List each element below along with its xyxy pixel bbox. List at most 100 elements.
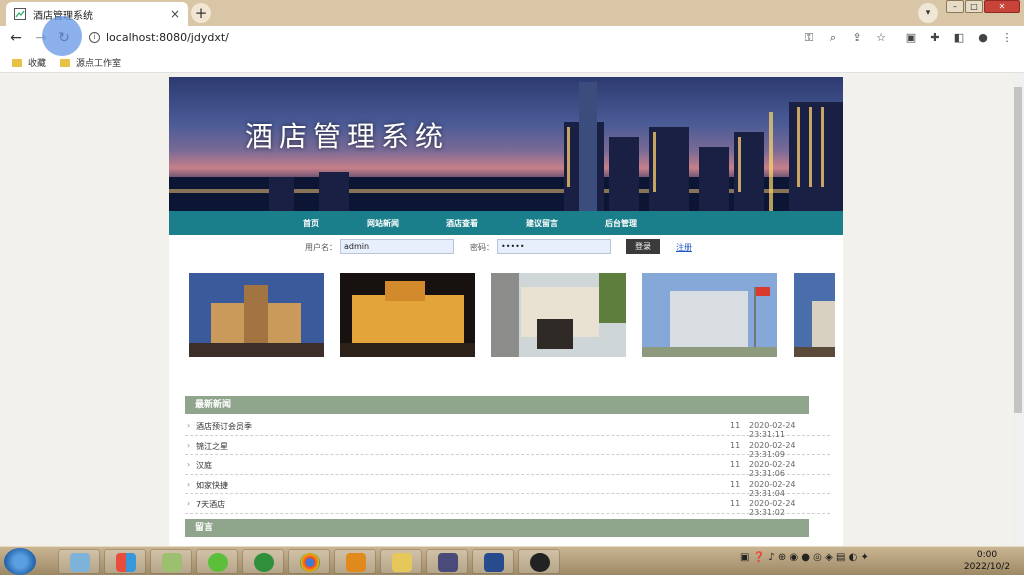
taskbar-app-office[interactable]	[104, 549, 146, 574]
list-item[interactable]: › 7天酒店 11 2020-02-24 23:31:02	[185, 494, 830, 517]
bullet-icon: ›	[187, 460, 191, 470]
hotel-photo[interactable]	[340, 273, 475, 357]
menu-icon[interactable]: ⋮	[1000, 31, 1014, 44]
scrollbar-thumb[interactable]	[1014, 87, 1022, 413]
window-maximize-button[interactable]: □	[965, 0, 983, 13]
eight-icon	[484, 553, 504, 572]
nav-news[interactable]: 网站新闻	[367, 218, 399, 229]
key-icon[interactable]: ⚿	[802, 31, 816, 45]
login-button[interactable]: 登录	[626, 239, 660, 254]
taskbar-app-wechat[interactable]	[242, 549, 284, 574]
page-viewport: 酒店管理系统 首页 网站新闻 酒店查看 建议留言 后台管理 用户名： admin…	[0, 73, 1012, 546]
back-icon[interactable]: ←	[7, 30, 25, 46]
nav-home[interactable]: 首页	[303, 218, 319, 229]
profile-icon[interactable]: ●	[976, 31, 990, 44]
username-input[interactable]: admin	[340, 239, 454, 254]
share-icon[interactable]: ⇪	[850, 31, 864, 44]
hotel-photo[interactable]	[642, 273, 777, 357]
tools-icon	[438, 553, 458, 572]
list-item[interactable]: › 如家快捷 11 2020-02-24 23:31:04	[185, 475, 830, 498]
hotel-photo[interactable]	[491, 273, 626, 357]
zoom-icon[interactable]: ⌕	[826, 31, 840, 45]
hotel-site-page: 酒店管理系统 首页 网站新闻 酒店查看 建议留言 后台管理 用户名： admin…	[169, 77, 843, 546]
taskbar-app-media[interactable]	[518, 549, 560, 574]
puzzle-icon[interactable]: ✚	[928, 31, 942, 44]
browser-tab[interactable]: 酒店管理系统 ×	[6, 2, 188, 26]
system-tray-icons[interactable]: ▣ ❓ ♪ ⊕ ◉ ● ◎ ◈ ▤ ◐ ✦	[740, 552, 869, 563]
hotel-photo[interactable]	[794, 273, 835, 357]
banner: 酒店管理系统	[169, 77, 843, 211]
start-button[interactable]	[4, 548, 36, 575]
news-title[interactable]: 7天酒店	[196, 499, 225, 510]
site-title: 酒店管理系统	[245, 120, 450, 153]
bookmark-label: 源点工作室	[76, 59, 122, 69]
news-section-header: 最新新闻	[185, 396, 809, 414]
windows-taskbar: ▣ ❓ ♪ ⊕ ◉ ● ◎ ◈ ▤ ◐ ✦ 0:00 2022/10/2	[0, 546, 1024, 575]
media-icon	[530, 553, 550, 572]
taskbar-app-recorder[interactable]	[334, 549, 376, 574]
sidebar-icon[interactable]: ◧	[952, 31, 966, 44]
window-minimize-button[interactable]: –	[946, 0, 964, 13]
info-icon[interactable]: i	[89, 32, 100, 43]
list-item[interactable]: › 酒店预订会员季 11 2020-02-24 23:31:11	[185, 416, 830, 439]
nav-admin[interactable]: 后台管理	[605, 218, 637, 229]
browser-toolbar: ← → ↻ i localhost:8080/jdydxt/ ⚿ ⌕ ⇪ ☆ ▣…	[0, 26, 1024, 51]
taskbar-clock[interactable]: 0:00 2022/10/2	[962, 549, 1012, 573]
news-count: 11	[730, 499, 741, 509]
chart-favicon-icon	[14, 8, 26, 20]
taskbar-app-explorer[interactable]	[380, 549, 422, 574]
taskbar-app-chrome[interactable]	[288, 549, 330, 574]
bookmark-label: 收藏	[28, 59, 47, 69]
news-title[interactable]: 锦江之星	[196, 441, 228, 452]
news-title[interactable]: 汉庭	[196, 460, 212, 471]
news-title[interactable]: 酒店预订会员季	[196, 421, 252, 432]
clock-date: 2022/10/2	[963, 562, 1011, 572]
cursor-click-highlight	[42, 16, 82, 56]
nav-messages[interactable]: 建议留言	[526, 218, 558, 229]
tab-search-chevron-icon[interactable]: ▾	[918, 3, 938, 23]
extension-icon[interactable]: ▣	[904, 31, 918, 44]
news-count: 11	[730, 479, 741, 489]
star-icon[interactable]: ☆	[874, 31, 888, 44]
register-link[interactable]: 注册	[676, 242, 692, 253]
address-bar[interactable]: localhost:8080/jdydxt/	[106, 31, 229, 44]
folder-icon	[12, 58, 22, 67]
files-icon	[70, 553, 90, 572]
window-close-button[interactable]: ✕	[984, 0, 1020, 13]
news-title[interactable]: 如家快捷	[196, 480, 228, 491]
main-nav: 首页 网站新闻 酒店查看 建议留言 后台管理	[169, 211, 843, 235]
bullet-icon: ›	[187, 479, 191, 489]
bullet-icon: ›	[187, 440, 191, 450]
folder-icon	[392, 553, 412, 572]
nav-hotels[interactable]: 酒店查看	[446, 218, 478, 229]
taskbar-app-green[interactable]	[196, 549, 238, 574]
chat-icon	[254, 553, 274, 572]
office-icon	[116, 553, 136, 572]
clock-time: 0:00	[976, 550, 998, 560]
taskbar-app-eight[interactable]	[472, 549, 514, 574]
password-label: 密码：	[470, 243, 494, 252]
list-item[interactable]: › 汉庭 11 2020-02-24 23:31:06	[185, 455, 830, 478]
news-count: 11	[730, 440, 741, 450]
taskbar-app-tools[interactable]	[426, 549, 468, 574]
taskbar-app-files[interactable]	[58, 549, 100, 574]
chrome-icon	[300, 553, 320, 572]
folder-icon	[60, 58, 70, 67]
bookmark-favorites[interactable]: 收藏	[12, 56, 46, 69]
page-scrollbar[interactable]	[1012, 73, 1024, 546]
tab-close-icon[interactable]: ×	[170, 7, 180, 21]
taskbar-app-chart[interactable]	[150, 549, 192, 574]
browser-tab-bar: 酒店管理系统 × + ▾ – □ ✕	[0, 0, 1024, 26]
news-count: 11	[730, 421, 741, 430]
list-item[interactable]: › 锦江之星 11 2020-02-24 23:31:09	[185, 436, 830, 459]
bullet-icon: ›	[187, 499, 191, 509]
hotel-photo[interactable]	[189, 273, 324, 357]
hotel-photo-strip	[189, 273, 835, 357]
new-tab-button[interactable]: +	[191, 3, 211, 23]
bookmark-studio[interactable]: 源点工作室	[60, 56, 121, 69]
app-icon	[208, 553, 228, 572]
bullet-icon: ›	[187, 421, 191, 430]
news-count: 11	[730, 460, 741, 470]
chart-icon	[162, 553, 182, 572]
password-input[interactable]: •••••	[497, 239, 611, 254]
